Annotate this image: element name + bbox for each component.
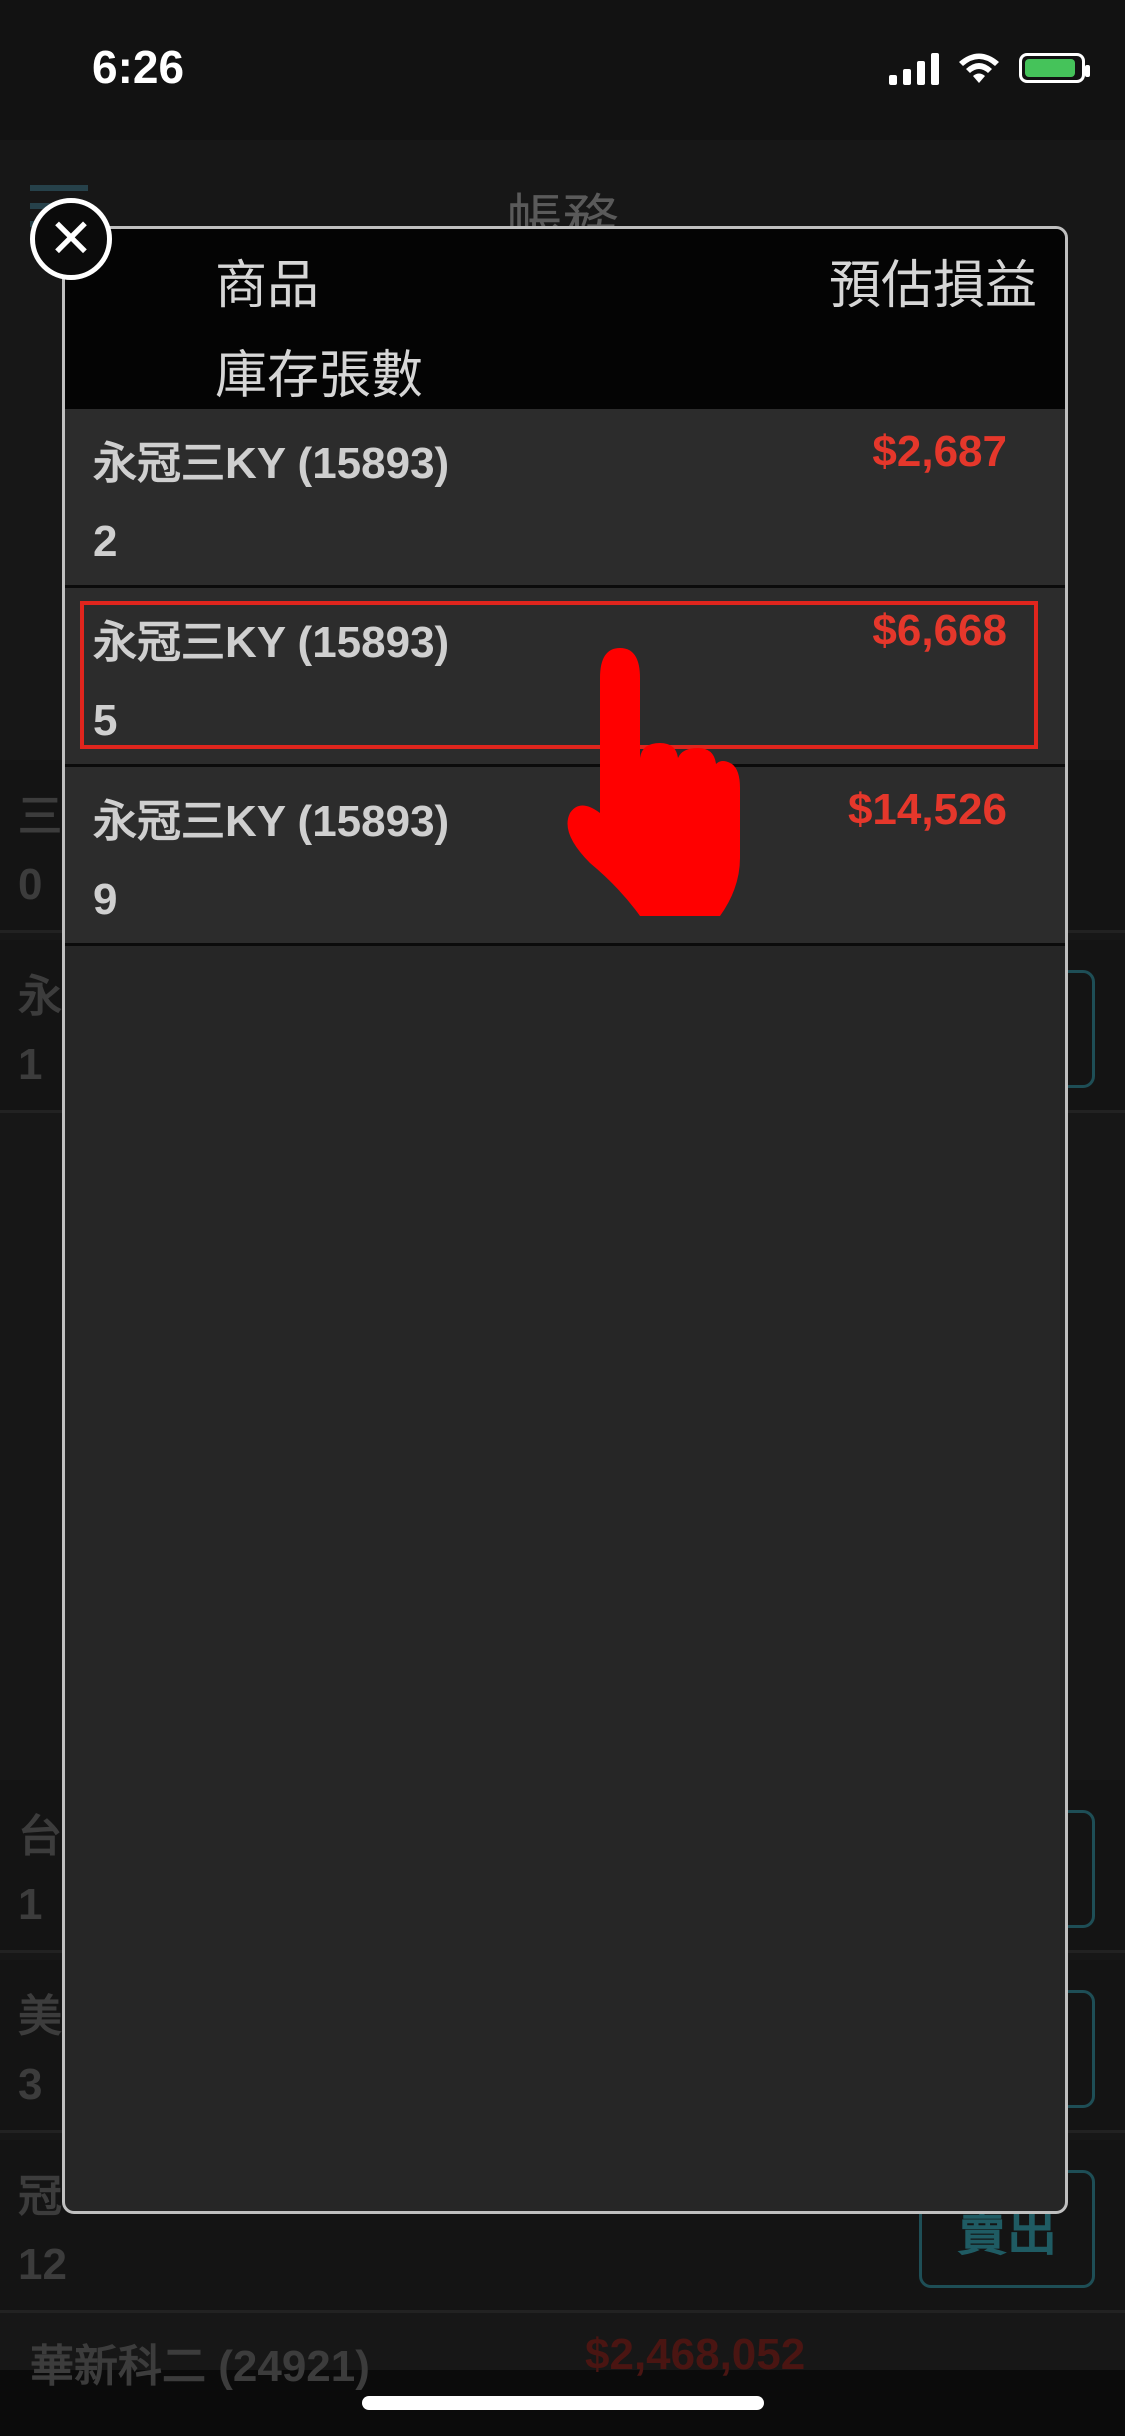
wifi-icon — [959, 53, 999, 83]
close-icon: ✕ — [48, 207, 94, 270]
position-quantity: 9 — [93, 875, 118, 924]
position-quantity: 2 — [93, 517, 118, 566]
home-indicator[interactable] — [362, 2396, 764, 2410]
position-row[interactable]: 永冠三KY (15893) $2,687 2 — [65, 409, 1065, 588]
position-name: 永冠三KY (15893) — [93, 439, 450, 488]
status-bar: 6:26 — [0, 0, 1125, 140]
position-pnl: $2,687 — [872, 427, 1007, 476]
status-icons — [889, 48, 1090, 88]
column-header-quantity: 庫存張數 — [215, 347, 424, 405]
column-header-estimated-pnl: 預估損益 — [828, 257, 1037, 315]
positions-modal: 商品 預估損益 庫存張數 永冠三KY (15893) $2,687 2 永冠三K… — [62, 226, 1068, 2214]
cellular-signal-icon — [889, 51, 939, 85]
background-partial-value: $2,468,052 — [585, 2330, 806, 2379]
status-time: 6:26 — [92, 41, 185, 93]
close-button[interactable]: ✕ — [30, 198, 112, 280]
pointing-hand-icon — [567, 648, 740, 916]
modal-header: 商品 預估損益 庫存張數 — [65, 229, 1065, 409]
highlight-box — [80, 601, 1038, 749]
background-partial-row: 華新科二 (24921) — [30, 2342, 370, 2391]
battery-icon — [1019, 53, 1090, 83]
position-name: 永冠三KY (15893) — [93, 797, 450, 846]
position-pnl: $14,526 — [847, 785, 1007, 834]
column-header-product: 商品 — [215, 257, 320, 315]
